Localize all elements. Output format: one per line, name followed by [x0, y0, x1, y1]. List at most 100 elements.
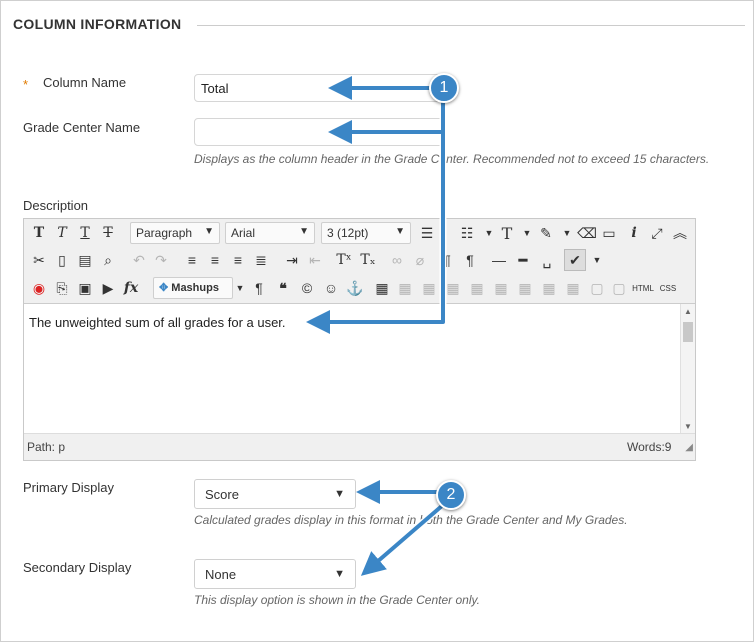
- scroll-down-icon[interactable]: ▼: [684, 422, 692, 431]
- primary-display-hint: Calculated grades display in this format…: [194, 513, 628, 527]
- align-right-icon[interactable]: ≡: [227, 249, 249, 271]
- justify-icon[interactable]: ≣: [250, 249, 272, 271]
- rtl-icon[interactable]: ¶: [459, 249, 481, 271]
- table-cell-icon[interactable]: ▦: [418, 277, 440, 299]
- chevron-down-icon: ▼: [395, 226, 405, 237]
- callout-badge-2: 2: [436, 480, 466, 510]
- highlight-icon[interactable]: ✎: [535, 222, 557, 244]
- media-icon[interactable]: ▶: [97, 277, 119, 299]
- toolbar-row-3: ◉ ⎘ ▣ ▶ fx ✥ Mashups ▼ ¶ ❝ © ☺ ⚓ ▦ ▦ ▦ ▦…: [26, 275, 694, 301]
- description-label: Description: [23, 198, 89, 213]
- paragraph-format-value: Paragraph: [136, 226, 193, 240]
- mashups-label: Mashups: [171, 282, 219, 294]
- primary-display-select[interactable]: Score ▼: [194, 479, 356, 509]
- strikethrough-icon[interactable]: T: [97, 222, 119, 244]
- fullscreen-icon[interactable]: ⤢: [646, 222, 668, 244]
- primary-display-label: Primary Display: [23, 480, 115, 495]
- table-icon[interactable]: ▦: [371, 277, 393, 299]
- nonbreaking-space-icon[interactable]: ␣: [536, 249, 558, 271]
- column-information-panel: COLUMN INFORMATION * Column Name Grade C…: [0, 0, 754, 642]
- copy-icon[interactable]: ▯: [51, 249, 73, 271]
- editor-toolbar: T T T T Paragraph ▼ Arial ▼ 3 (12pt) ▼ ☰ ☷ …: [24, 219, 695, 304]
- subscript-icon[interactable]: Tₓ: [357, 249, 379, 271]
- attach-icon[interactable]: ⎘: [51, 277, 73, 299]
- align-left-icon[interactable]: ≡: [181, 249, 203, 271]
- info-icon[interactable]: i: [623, 222, 645, 244]
- font-size-select[interactable]: 3 (12pt) ▼: [321, 222, 411, 244]
- toolbar-row-2: ✂ ▯ ▤ ⌕ ↶ ↷ ≡ ≡ ≡ ≣ ⇥ ⇤ Tˣ Tₓ ∞ ⌀ ¶ ¶ — …: [26, 247, 694, 273]
- redo-icon[interactable]: ↷: [150, 249, 172, 271]
- column-name-input[interactable]: [194, 74, 444, 102]
- unlink-icon[interactable]: ⌀: [409, 249, 431, 271]
- anchor-icon[interactable]: ⚓: [344, 277, 366, 299]
- emoticon-icon[interactable]: ☺: [320, 277, 342, 299]
- indent-icon[interactable]: ⇥: [281, 249, 303, 271]
- chevron-down-icon: ▼: [299, 226, 309, 237]
- thick-rule-icon[interactable]: ━: [512, 249, 534, 271]
- table-insert-col-before-icon[interactable]: ▦: [514, 277, 536, 299]
- undo-icon[interactable]: ↶: [128, 249, 150, 271]
- word-count: Words:9: [627, 440, 672, 454]
- chevron-down-icon: ▼: [334, 568, 345, 580]
- chevron-down-icon[interactable]: ▼: [556, 222, 578, 244]
- grade-center-name-hint: Displays as the column header in the Gra…: [194, 152, 710, 166]
- italic-icon[interactable]: T: [51, 222, 73, 244]
- table-merge-cells-icon[interactable]: ▢: [608, 277, 630, 299]
- table-delete-col-icon[interactable]: ▦: [562, 277, 584, 299]
- css-button[interactable]: CSS: [657, 277, 679, 299]
- scroll-thumb[interactable]: [683, 322, 693, 342]
- eraser-icon[interactable]: ⌫: [576, 222, 598, 244]
- table-delete-row-icon[interactable]: ▦: [490, 277, 512, 299]
- editor-scrollbar[interactable]: ▲ ▼: [680, 304, 695, 434]
- secondary-display-select[interactable]: None ▼: [194, 559, 356, 589]
- resize-handle-icon[interactable]: ◢: [685, 442, 693, 453]
- outdent-icon[interactable]: ⇤: [304, 249, 326, 271]
- table-insert-row-after-icon[interactable]: ▦: [466, 277, 488, 299]
- underline-icon[interactable]: T: [74, 222, 96, 244]
- html-button[interactable]: HTML: [630, 277, 656, 299]
- table-insert-col-after-icon[interactable]: ▦: [538, 277, 560, 299]
- font-family-value: Arial: [231, 226, 256, 240]
- column-name-label: Column Name: [43, 75, 127, 90]
- image-icon[interactable]: ▣: [74, 277, 96, 299]
- numbered-list-icon[interactable]: ☷: [456, 222, 478, 244]
- secondary-display-label: Secondary Display: [23, 560, 132, 575]
- cut-icon[interactable]: ✂: [28, 249, 50, 271]
- copyright-icon[interactable]: ©: [296, 277, 318, 299]
- element-path: Path: p: [27, 440, 66, 454]
- link-icon[interactable]: ∞: [386, 249, 408, 271]
- text-color-icon[interactable]: T: [496, 222, 518, 244]
- find-icon[interactable]: ⌕: [97, 249, 119, 271]
- math-icon[interactable]: fx: [120, 277, 142, 299]
- horizontal-rule-icon[interactable]: —: [488, 249, 510, 271]
- record-icon[interactable]: ◉: [28, 277, 50, 299]
- chevron-down-icon: ▼: [334, 488, 345, 500]
- mashups-select[interactable]: ✥ Mashups: [153, 277, 233, 299]
- table-row-icon[interactable]: ▦: [394, 277, 416, 299]
- description-content[interactable]: The unweighted sum of all grades for a u…: [24, 304, 680, 434]
- scroll-up-icon[interactable]: ▲: [684, 307, 692, 316]
- grade-center-name-input[interactable]: [194, 118, 444, 146]
- chevron-down-icon[interactable]: ▼: [586, 249, 608, 271]
- blockquote-icon[interactable]: ❝: [272, 277, 294, 299]
- align-center-icon[interactable]: ≡: [204, 249, 226, 271]
- collapse-icon[interactable]: ︽: [669, 222, 691, 244]
- preview-icon[interactable]: ▭: [598, 222, 620, 244]
- font-family-select[interactable]: Arial ▼: [225, 222, 315, 244]
- spellcheck-icon[interactable]: ✔: [564, 249, 586, 271]
- font-size-value: 3 (12pt): [327, 226, 369, 240]
- chevron-down-icon: ▼: [204, 226, 214, 237]
- bold-icon[interactable]: T: [28, 222, 50, 244]
- editor-statusbar: Path: p Words:9 ◢: [24, 433, 695, 460]
- paste-icon[interactable]: ▤: [74, 249, 96, 271]
- table-insert-row-before-icon[interactable]: ▦: [442, 277, 464, 299]
- table-split-cells-icon[interactable]: ▢: [586, 277, 608, 299]
- superscript-icon[interactable]: Tˣ: [333, 249, 355, 271]
- paragraph-icon[interactable]: ¶: [248, 277, 270, 299]
- bullet-list-icon[interactable]: ☰: [416, 222, 438, 244]
- section-title: COLUMN INFORMATION: [13, 16, 182, 32]
- toolbar-row-1: T T T T Paragraph ▼ Arial ▼ 3 (12pt) ▼ ☰ ☷ …: [26, 220, 694, 246]
- ltr-icon[interactable]: ¶: [436, 249, 458, 271]
- paragraph-format-select[interactable]: Paragraph ▼: [130, 222, 220, 244]
- grade-center-name-label: Grade Center Name: [23, 120, 141, 135]
